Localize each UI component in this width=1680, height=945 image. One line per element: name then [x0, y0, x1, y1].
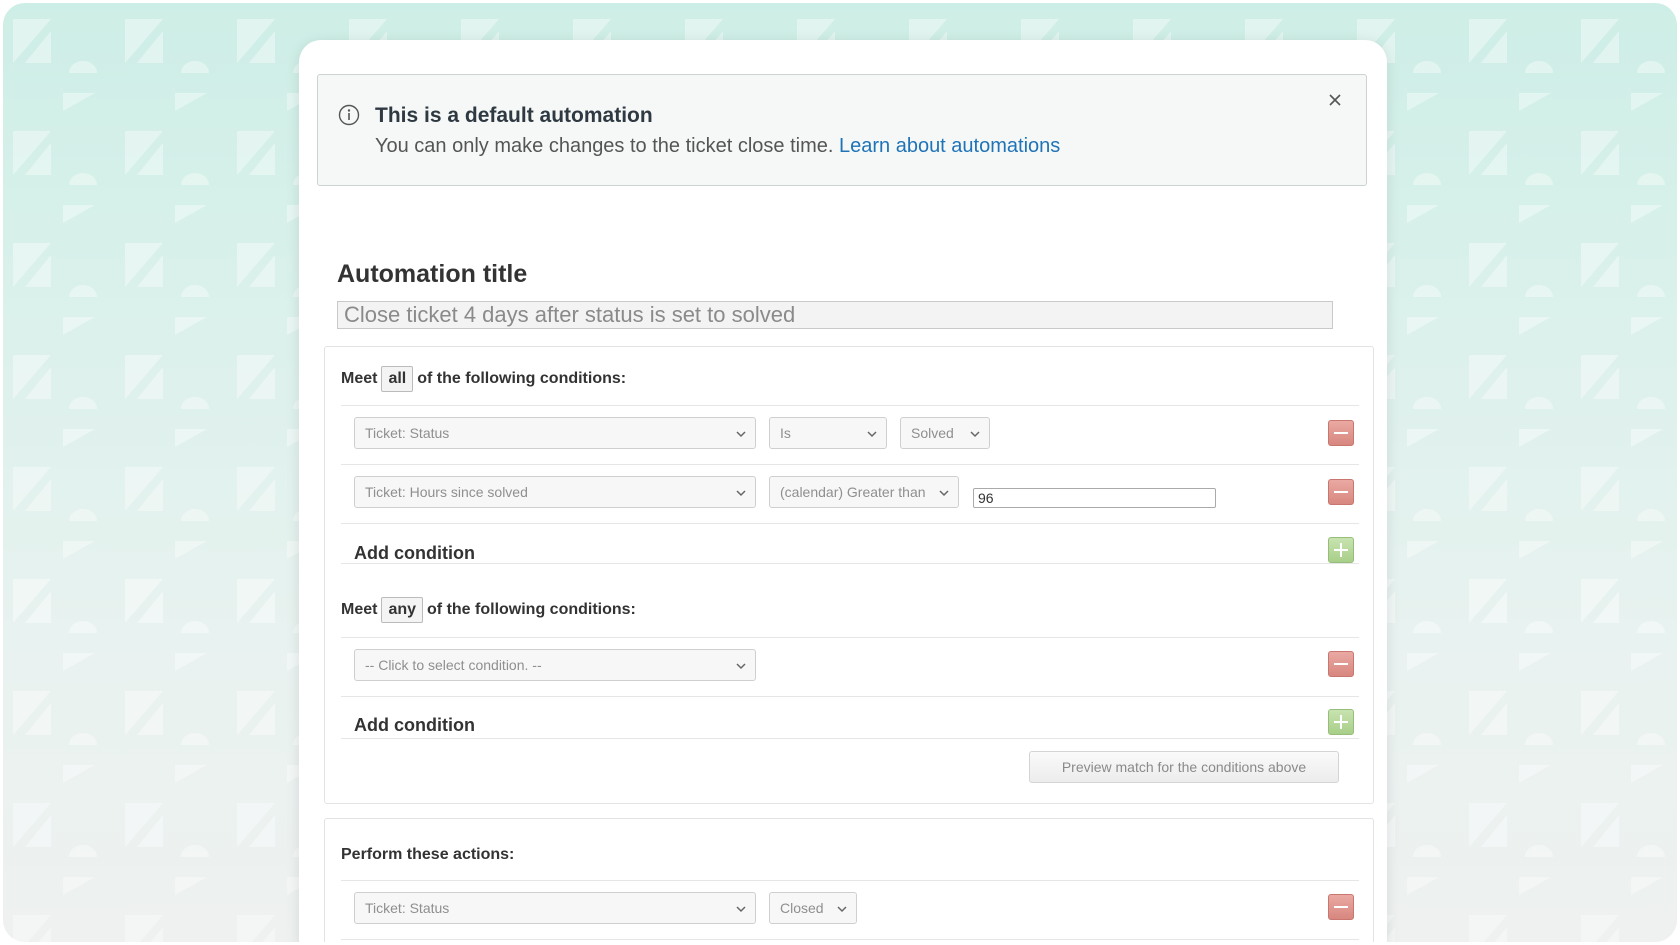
add-condition-label: Add condition — [354, 543, 475, 563]
meet-any-prefix: Meet — [341, 601, 378, 618]
chevron-down-icon — [970, 431, 980, 438]
divider — [341, 696, 1359, 697]
condition-operator-select[interactable]: Is — [769, 417, 887, 449]
condition-field-select[interactable]: Ticket: Status — [354, 417, 756, 449]
chevron-down-icon — [736, 663, 746, 670]
alert-message: You can only make changes to the ticket … — [375, 135, 834, 157]
chevron-down-icon — [736, 431, 746, 438]
meet-any-suffix: of the following conditions: — [427, 601, 636, 618]
action-value-value: Closed — [780, 900, 824, 916]
chevron-down-icon — [837, 906, 847, 913]
perform-actions-heading: Perform these actions: — [341, 846, 515, 863]
meet-all-heading: Meet all of the following conditions: — [341, 366, 626, 392]
condition-field-value: -- Click to select condition. -- — [365, 657, 542, 673]
remove-condition-button[interactable] — [1328, 651, 1354, 677]
chevron-down-icon — [939, 490, 949, 497]
all-quantifier-select[interactable]: all — [381, 366, 414, 392]
alert-body: You can only make changes to the ticket … — [375, 135, 1060, 158]
condition-operator-select[interactable]: (calendar) Greater than — [769, 476, 959, 508]
any-quantifier-select[interactable]: any — [381, 597, 424, 623]
automation-title-label: Automation title — [337, 260, 528, 288]
automation-title-input[interactable] — [337, 301, 1333, 329]
chevron-down-icon — [867, 431, 877, 438]
condition-operator-value: Is — [780, 425, 791, 441]
condition-operator-value: (calendar) Greater than — [780, 484, 926, 500]
chevron-down-icon — [736, 906, 746, 913]
remove-condition-button[interactable] — [1328, 479, 1354, 505]
alert-title: This is a default automation — [375, 104, 653, 127]
preview-match-button[interactable]: Preview match for the conditions above — [1029, 751, 1339, 783]
add-condition-button[interactable] — [1328, 537, 1354, 563]
action-field-value: Ticket: Status — [365, 900, 450, 916]
remove-condition-button[interactable] — [1328, 420, 1354, 446]
add-condition-label: Add condition — [354, 715, 475, 735]
app-background: This is a default automation You can onl… — [3, 3, 1677, 942]
hours-value-input[interactable] — [973, 488, 1216, 508]
info-icon — [338, 104, 360, 126]
condition-field-value: Ticket: Status — [365, 425, 450, 441]
condition-value-value: Solved — [911, 425, 954, 441]
chevron-down-icon — [736, 490, 746, 497]
divider — [341, 637, 1359, 638]
automation-card: This is a default automation You can onl… — [299, 40, 1387, 942]
add-condition-button[interactable] — [1328, 709, 1354, 735]
divider — [341, 738, 1359, 739]
divider — [341, 939, 1359, 940]
meet-all-prefix: Meet — [341, 370, 378, 387]
remove-action-button[interactable] — [1328, 894, 1354, 920]
meet-all-suffix: of the following conditions: — [417, 370, 627, 387]
condition-value-select[interactable]: Solved — [900, 417, 990, 449]
close-icon[interactable] — [1326, 91, 1344, 109]
divider — [341, 405, 1359, 406]
learn-about-automations-link[interactable]: Learn about automations — [839, 135, 1060, 157]
meet-any-heading: Meet any of the following conditions: — [341, 597, 636, 623]
action-field-select[interactable]: Ticket: Status — [354, 892, 756, 924]
condition-field-select[interactable]: -- Click to select condition. -- — [354, 649, 756, 681]
conditions-panel: Meet all of the following conditions: Ti… — [324, 346, 1374, 804]
divider — [341, 464, 1359, 465]
default-automation-alert: This is a default automation You can onl… — [317, 74, 1367, 186]
condition-field-value: Ticket: Hours since solved — [365, 484, 528, 500]
divider — [341, 523, 1359, 524]
divider — [341, 563, 1359, 564]
actions-panel: Perform these actions: Ticket: Status Cl… — [324, 818, 1374, 942]
divider — [341, 880, 1359, 881]
action-value-select[interactable]: Closed — [769, 892, 857, 924]
condition-field-select[interactable]: Ticket: Hours since solved — [354, 476, 756, 508]
